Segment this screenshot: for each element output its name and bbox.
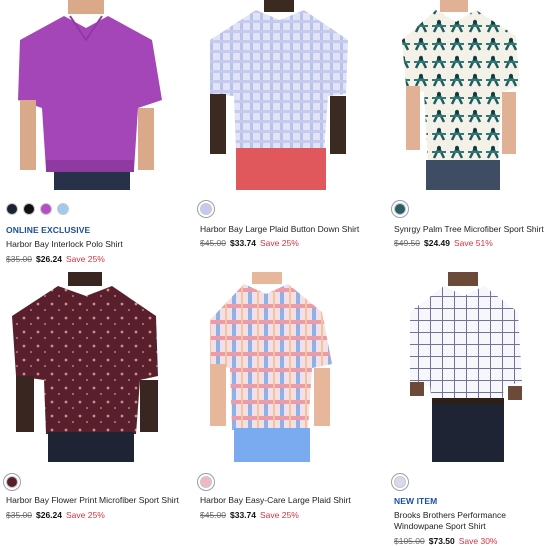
color-swatch[interactable] [57,203,69,215]
color-swatch[interactable] [40,203,52,215]
product-image[interactable] [394,0,550,190]
product-image[interactable] [394,272,550,462]
savings-badge: Save 25% [260,238,299,248]
color-swatch[interactable] [6,476,18,488]
product-image[interactable] [6,0,182,190]
product-name[interactable]: Harbor Bay Easy-Care Large Plaid Shirt [200,495,376,506]
product-name[interactable]: Harbor Bay Flower Print Microfiber Sport… [6,495,182,506]
product-price: $35.00 $26.24 Save 25% [6,510,105,520]
color-swatch[interactable] [394,203,406,215]
color-swatch[interactable] [23,203,35,215]
original-price: $49.50 [394,238,420,248]
sale-price: $26.24 [36,254,62,264]
product-name[interactable]: Brooks Brothers Performance Windowpane S… [394,510,550,532]
savings-badge: Save 25% [260,510,299,520]
color-swatches [394,474,406,490]
color-swatch[interactable] [200,203,212,215]
savings-badge: Save 25% [66,510,105,520]
product-name[interactable]: Synrgy Palm Tree Microfiber Sport Shirt [394,224,550,235]
color-swatches [6,474,18,490]
product-flag: NEW ITEM [394,496,438,506]
color-swatches [6,201,69,217]
product-price: $45.00 $33.74 Save 25% [200,238,299,248]
color-swatch[interactable] [200,476,212,488]
product-image[interactable] [200,0,376,190]
color-swatch[interactable] [6,203,18,215]
original-price: $35.00 [6,254,32,264]
original-price: $45.00 [200,238,226,248]
original-price: $35.00 [6,510,32,520]
sale-price: $26.24 [36,510,62,520]
sale-price: $33.74 [230,238,256,248]
product-name[interactable]: Harbor Bay Interlock Polo Shirt [6,239,182,250]
product-name[interactable]: Harbor Bay Large Plaid Button Down Shirt [200,224,376,235]
sale-price: $24.49 [424,238,450,248]
sale-price: $33.74 [230,510,256,520]
savings-badge: Save 25% [66,254,105,264]
product-image[interactable] [6,272,182,462]
color-swatch[interactable] [394,476,406,488]
product-flag: ONLINE EXCLUSIVE [6,225,91,235]
color-swatches [200,474,212,490]
color-swatches [394,201,406,217]
savings-badge: Save 51% [454,238,493,248]
color-swatches [200,201,212,217]
product-price: $45.00 $33.74 Save 25% [200,510,299,520]
product-price: $49.50 $24.49 Save 51% [394,238,493,248]
product-image[interactable] [200,272,376,462]
product-price: $35.00 $26.24 Save 25% [6,254,105,264]
original-price: $45.00 [200,510,226,520]
